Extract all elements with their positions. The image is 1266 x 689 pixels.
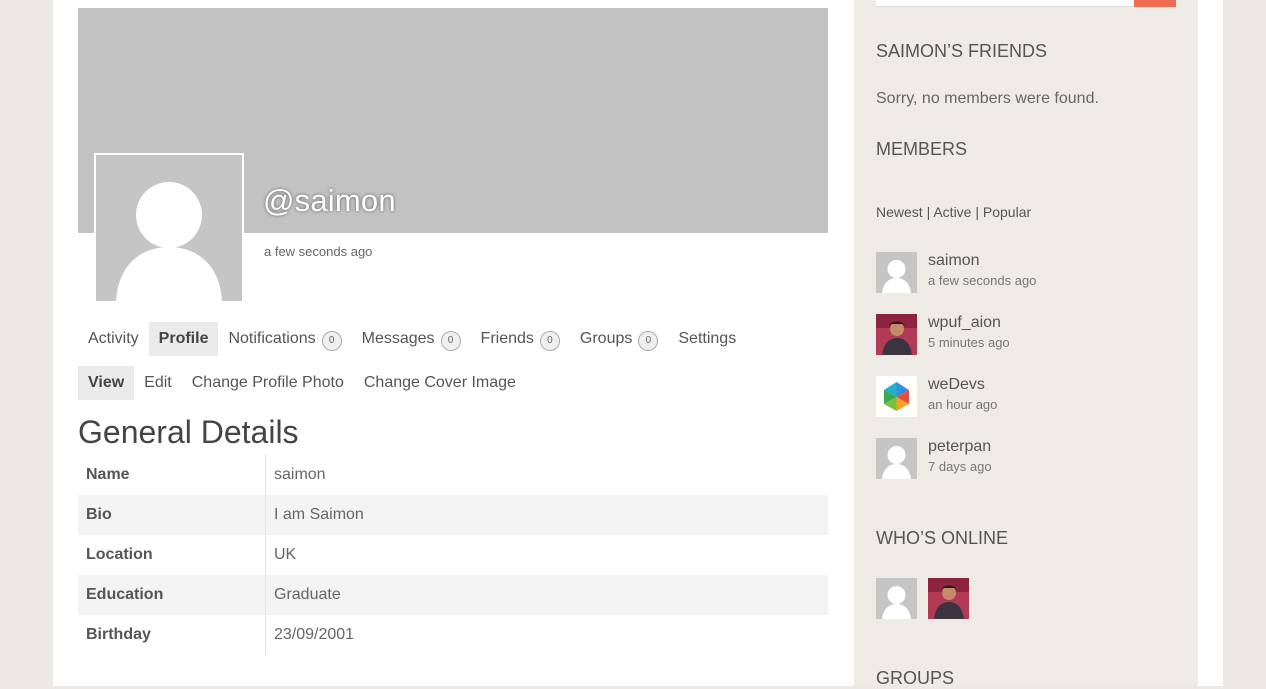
subtab-change-profile-photo[interactable]: Change Profile Photo [182,366,354,400]
default-avatar-icon [876,438,917,479]
table-row: Bio I am Saimon [78,495,828,535]
online-member-avatar[interactable] [876,578,917,619]
tab-friends[interactable]: Friends 0 [471,322,570,356]
table-row: Name saimon [78,455,828,495]
field-value: 23/09/2001 [274,626,355,643]
profile-last-active: a few seconds ago [264,244,373,259]
table-row: Birthday 23/09/2001 [78,615,828,655]
profile-avatar[interactable] [94,153,244,303]
field-label: Birthday [78,615,266,655]
member-avatar[interactable] [876,376,917,417]
field-label: Education [78,575,266,615]
field-value: UK [274,546,297,563]
search-button[interactable] [1134,0,1176,7]
member-avatar[interactable] [876,438,917,479]
member-item: weDevs an hour ago [876,376,1176,418]
member-name[interactable]: weDevs [928,376,985,394]
field-label: Name [78,455,266,495]
tab-profile[interactable]: Profile [148,322,219,356]
online-widget-title: WHO’S ONLINE [876,528,1009,548]
filter-active[interactable]: Active [933,204,971,220]
field-value: I am Saimon [265,495,828,535]
subtab-edit[interactable]: Edit [134,366,182,400]
member-time: 7 days ago [928,459,992,474]
members-widget-title: MEMBERS [876,139,968,159]
tab-label: Notifications [228,330,316,347]
friends-widget-title: SAIMON’S FRIENDS [876,41,1048,61]
wedevs-logo-icon [876,376,917,417]
default-avatar-icon [876,578,917,619]
tab-label: Messages [361,330,435,347]
count-badge: 0 [321,330,342,351]
count-badge: 0 [440,330,461,351]
filter-newest[interactable]: Newest [876,204,923,220]
profile-nav: Activity Profile Notifications 0 Messages… [78,322,746,356]
tab-messages[interactable]: Messages 0 [352,322,471,356]
member-item: wpuf_aion 5 minutes ago [876,314,1176,356]
profile-subnav: View Edit Change Profile Photo Change Co… [78,366,526,400]
tab-label: Activity [88,330,139,347]
tab-groups[interactable]: Groups 0 [570,322,668,356]
member-avatar[interactable] [876,252,917,293]
member-time: an hour ago [928,397,998,412]
member-item: saimon a few seconds ago [876,252,1176,294]
field-value: Graduate [265,575,828,615]
field-label: Location [78,535,266,575]
tab-label: Groups [579,330,633,347]
field-value: saimon [274,466,326,483]
filter-popular[interactable]: Popular [983,204,1031,220]
tab-notifications[interactable]: Notifications 0 [218,322,351,356]
filter-separator: | [975,204,979,220]
member-name[interactable]: wpuf_aion [928,314,1001,332]
profile-details-table: Name saimon Bio I am Saimon Location UK Edu… [78,455,828,655]
member-item: peterpan 7 days ago [876,438,1176,480]
section-title: General Details [78,414,299,450]
tab-label: Settings [678,330,737,347]
tab-settings[interactable]: Settings [668,322,746,356]
field-label: Bio [78,495,266,535]
member-time: 5 minutes ago [928,335,1010,350]
friends-empty-message: Sorry, no members were found. [876,90,1099,107]
tab-label: Profile [158,330,209,347]
table-row: Education Graduate [78,575,828,615]
members-filters: Newest | Active | Popular [876,204,1031,220]
person-photo-icon [876,314,917,355]
profile-username: @saimon [263,183,396,218]
person-photo-icon [928,578,969,619]
online-member-avatar[interactable] [928,578,969,619]
tab-activity[interactable]: Activity [78,322,149,356]
default-avatar-icon [876,252,917,293]
count-badge: 0 [539,330,560,351]
member-name[interactable]: peterpan [928,438,991,456]
subtab-change-cover-image[interactable]: Change Cover Image [354,366,526,400]
member-name[interactable]: saimon [928,252,980,270]
table-row: Location UK [78,535,828,575]
count-badge: 0 [638,330,659,351]
filter-separator: | [926,204,931,220]
tab-label: Friends [480,330,534,347]
search-input[interactable] [876,0,1134,7]
default-avatar-icon [96,155,242,301]
member-avatar[interactable] [876,314,917,355]
member-time: a few seconds ago [928,273,1037,288]
subtab-view[interactable]: View [78,366,135,400]
